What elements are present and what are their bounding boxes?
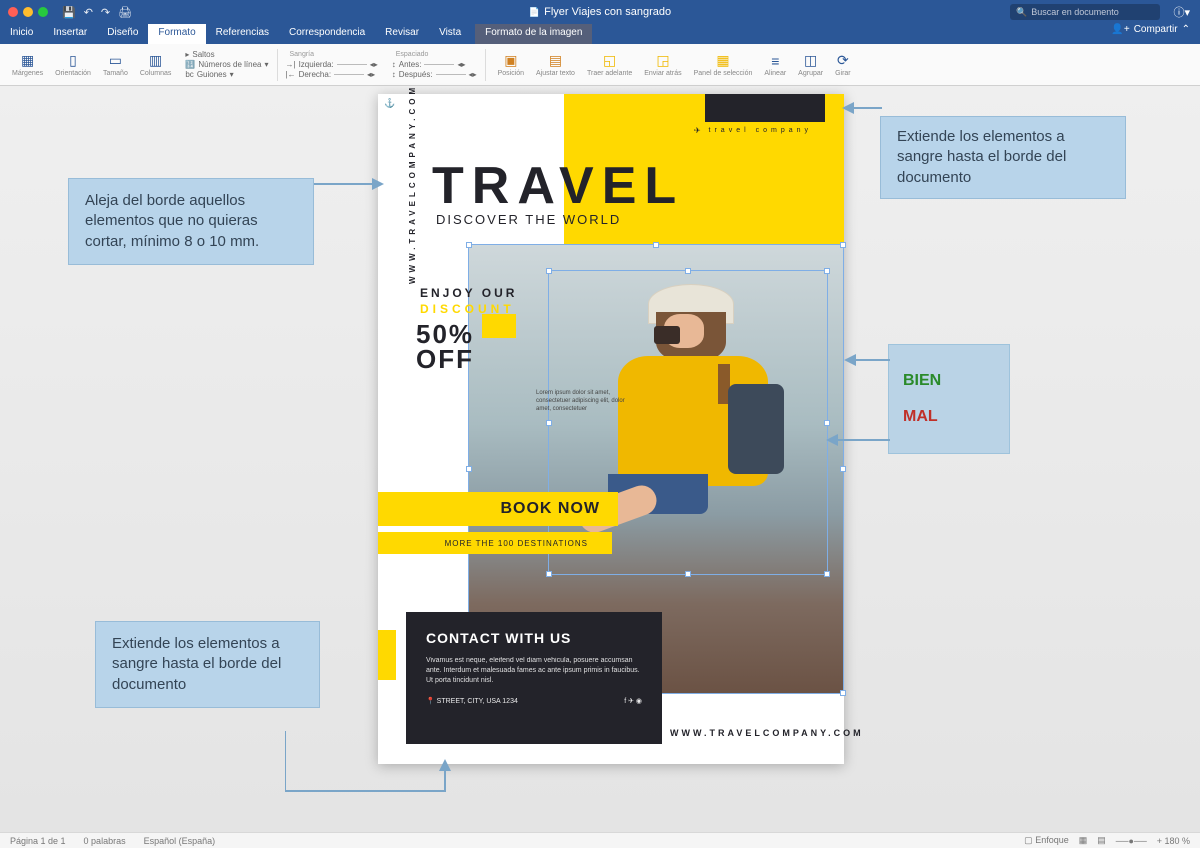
view-web-icon[interactable]: ▤	[1097, 835, 1106, 846]
space-after-input[interactable]: ↕ Después: ◂▸	[392, 70, 477, 79]
label-mal: MAL	[903, 408, 995, 426]
tab-vista[interactable]: Vista	[429, 24, 471, 44]
zoom-value[interactable]: + 180 %	[1157, 836, 1190, 846]
breaks-button[interactable]: ▸ Saltos	[185, 50, 268, 59]
minimize-icon[interactable]	[23, 7, 33, 17]
zoom-slider[interactable]: ──●──	[1116, 836, 1147, 846]
view-focus-button[interactable]: ▢ Enfoque	[1024, 835, 1069, 846]
bring-forward-button[interactable]: ◱Traer adelante	[583, 50, 636, 79]
contact-title: CONTACT WITH US	[426, 630, 642, 646]
save-icon[interactable]: 💾	[62, 6, 76, 19]
label-bien: BIEN	[903, 372, 995, 390]
margins-button[interactable]: ▦Márgenes	[8, 50, 47, 79]
orientation-button[interactable]: ▯Orientación	[51, 50, 95, 79]
flyer-fifty: 50%OFF	[416, 322, 474, 371]
ribbon: ▦Márgenes ▯Orientación ▭Tamaño ▥Columnas…	[0, 44, 1200, 86]
callout-left-top: Aleja del borde aquellos elementos que n…	[68, 178, 314, 265]
callout-left-bottom: Extiende los elementos a sangre hasta el…	[95, 621, 320, 708]
rotate-button[interactable]: ⟳Girar	[831, 50, 855, 79]
undo-icon[interactable]: ↶	[84, 6, 93, 19]
page[interactable]: ⚓ travel company WWW.TRAVELCOMPANY.COM T…	[378, 94, 844, 764]
flyer-discount-bg	[482, 314, 516, 338]
hyphenation-button[interactable]: bc Guiones ▾	[185, 70, 268, 79]
flyer-bottom-url: WWW.TRAVELCOMPANY.COM	[670, 728, 864, 738]
tab-insertar[interactable]: Insertar	[43, 24, 97, 44]
status-words[interactable]: 0 palabras	[84, 836, 126, 846]
flyer-company-label: travel company	[694, 126, 812, 135]
flyer-subhead: DISCOVER THE WORLD	[436, 212, 621, 227]
anchor-icon: ⚓	[384, 98, 395, 109]
line-numbers-button[interactable]: 🔢 Números de línea ▾	[185, 60, 268, 69]
redo-icon[interactable]: ↷	[101, 6, 110, 19]
flyer-yellow-chip	[378, 630, 396, 680]
flyer-vertical-url: WWW.TRAVELCOMPANY.COM	[408, 84, 417, 284]
tab-correspondencia[interactable]: Correspondencia	[279, 24, 375, 44]
flyer-destinations: MORE THE 100 DESTINATIONS	[378, 532, 612, 554]
arrow-icon	[844, 350, 890, 370]
tab-revisar[interactable]: Revisar	[375, 24, 429, 44]
selection-pane-button[interactable]: ▦Panel de selección	[690, 50, 757, 79]
share-button[interactable]: 👤+Compartir⌃	[1111, 24, 1190, 35]
flyer-black-strip[interactable]	[705, 94, 825, 122]
search-placeholder: Buscar en documento	[1031, 7, 1119, 17]
titlebar: 💾 ↶ ↷ 🖨 Flyer Viajes con sangrado 🔍 Busc…	[0, 0, 1200, 24]
search-input[interactable]: 🔍 Buscar en documento	[1010, 4, 1160, 20]
tab-formato[interactable]: Formato	[148, 24, 205, 44]
help-icon[interactable]: ⓘ▾	[1173, 4, 1190, 20]
align-button[interactable]: ≡Alinear	[760, 51, 790, 79]
status-bar: Página 1 de 1 0 palabras Español (España…	[0, 832, 1200, 848]
indent-right-input[interactable]: |← Derecha: ◂▸	[286, 70, 378, 79]
position-button[interactable]: ▣Posición	[494, 50, 528, 79]
tab-inicio[interactable]: Inicio	[0, 24, 43, 44]
status-lang[interactable]: Español (España)	[144, 836, 216, 846]
contact-body: Vivamus est neque, eleifend vel diam veh…	[426, 656, 642, 685]
flyer-lorem: Lorem ipsum dolor sit amet, consectetuer…	[536, 390, 632, 413]
indent-left-input[interactable]: →| Izquierda: ◂▸	[286, 60, 378, 69]
columns-button[interactable]: ▥Columnas	[136, 50, 176, 79]
flyer-book-now[interactable]: BOOK NOW	[378, 492, 618, 526]
social-icons: f ✈ ◉	[624, 697, 642, 705]
bien-mal-badge: BIEN MAL	[888, 344, 1010, 454]
tab-diseno[interactable]: Diseño	[97, 24, 148, 44]
document-canvas[interactable]: ⚓ travel company WWW.TRAVELCOMPANY.COM T…	[0, 86, 1200, 832]
size-button[interactable]: ▭Tamaño	[99, 50, 132, 79]
flyer-person	[578, 284, 808, 624]
contact-address: STREET, CITY, USA 1234	[426, 697, 518, 705]
close-icon[interactable]	[8, 7, 18, 17]
arrow-icon	[314, 174, 384, 194]
arrow-icon	[842, 98, 882, 118]
window-controls	[0, 7, 48, 17]
callout-right-top: Extiende los elementos a sangre hasta el…	[880, 116, 1126, 199]
maximize-icon[interactable]	[38, 7, 48, 17]
view-print-icon[interactable]: ▦	[1079, 835, 1088, 846]
status-page[interactable]: Página 1 de 1	[10, 836, 66, 846]
tab-referencias[interactable]: Referencias	[206, 24, 279, 44]
document-title: Flyer Viajes con sangrado	[529, 6, 671, 18]
wrap-text-button[interactable]: ▤Ajustar texto	[532, 50, 579, 79]
quick-access-toolbar: 💾 ↶ ↷ 🖨	[62, 6, 132, 19]
indent-group-label: Sangría	[286, 51, 378, 58]
space-before-input[interactable]: ↕ Antes: ◂▸	[392, 60, 477, 69]
flyer-contact-box[interactable]: CONTACT WITH US Vivamus est neque, eleif…	[406, 612, 662, 744]
flyer-headline[interactable]: TRAVEL	[432, 156, 684, 216]
flyer-enjoy: ENJOY OUR	[420, 286, 517, 300]
search-icon: 🔍	[1016, 7, 1027, 18]
group-button[interactable]: ◫Agrupar	[794, 50, 827, 79]
tab-formato-imagen[interactable]: Formato de la imagen	[475, 24, 592, 44]
ribbon-tabs: Inicio Insertar Diseño Formato Referenci…	[0, 24, 1200, 44]
spacing-group-label: Espaciado	[392, 51, 477, 58]
print-icon[interactable]: 🖨	[118, 6, 132, 19]
send-back-button[interactable]: ◲Enviar atrás	[640, 50, 685, 79]
